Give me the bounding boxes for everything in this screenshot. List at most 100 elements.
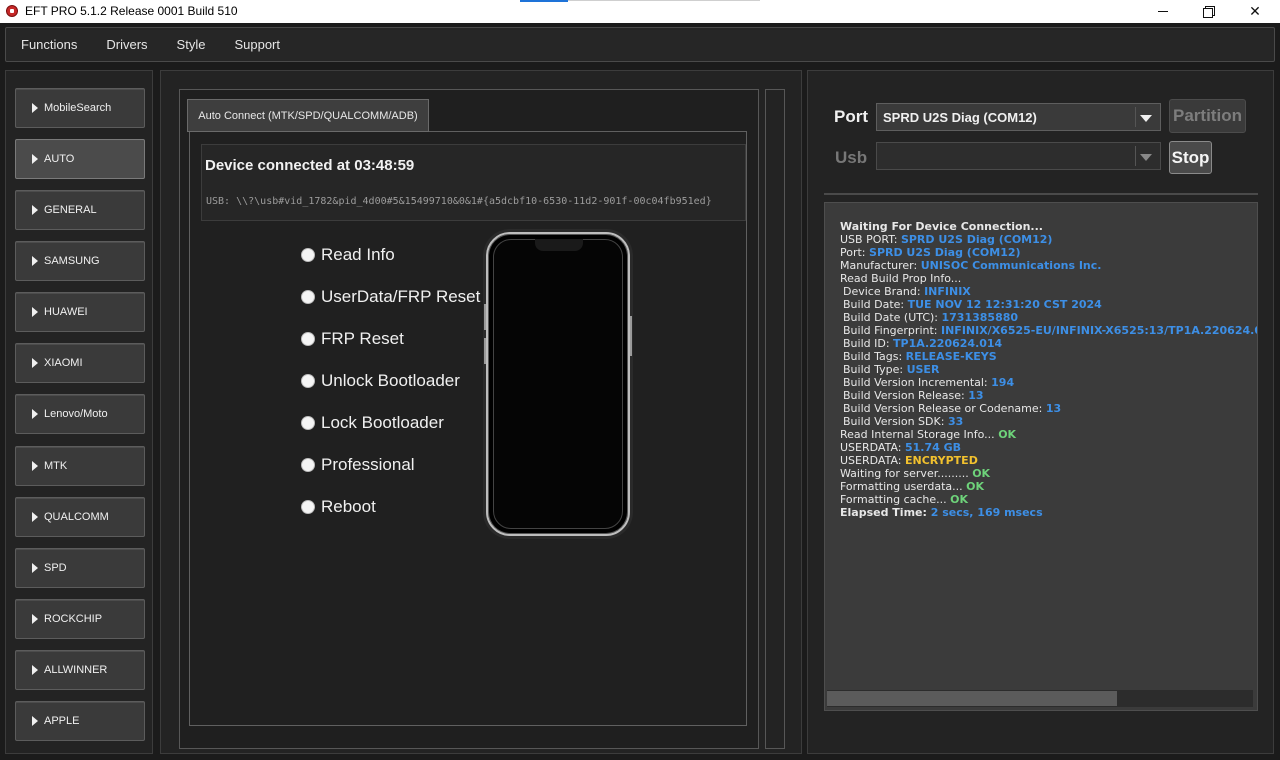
log-value: UNISOC Communications Inc. — [920, 259, 1102, 272]
maximize-button[interactable] — [1186, 0, 1232, 23]
title-accent-line — [520, 0, 568, 2]
log-key: Read Build Prop Info... — [840, 272, 962, 285]
sidebar-item-lenovo-moto[interactable]: Lenovo/Moto — [15, 394, 145, 434]
log-value: ENCRYPTED — [904, 454, 978, 467]
radio-button[interactable] — [301, 248, 315, 262]
sidebar-item-mobilesearch[interactable]: MobileSearch — [15, 88, 145, 128]
log-line: Read Internal Storage Info... OK — [840, 428, 1257, 441]
sidebar-item-rockchip[interactable]: ROCKCHIP — [15, 599, 145, 639]
radio-button[interactable] — [301, 500, 315, 514]
log-key: Build Version Release or Codename: — [843, 402, 1046, 415]
log-key: Device Brand: — [843, 285, 925, 298]
log-line: Build Fingerprint: INFINIX/X6525-EU/INFI… — [840, 324, 1257, 337]
log-value: USER — [906, 363, 940, 376]
log-key: USERDATA: — [840, 454, 905, 467]
option-read-info[interactable]: Read Info — [301, 245, 395, 265]
port-select[interactable]: SPRD U2S Diag (COM12) — [876, 103, 1161, 131]
menu-style[interactable]: Style — [177, 37, 206, 52]
vertical-scrollbar[interactable] — [765, 89, 785, 749]
sidebar-item-samsung[interactable]: SAMSUNG — [15, 241, 145, 281]
log-line: Read Build Prop Info... — [840, 272, 1257, 285]
radio-button[interactable] — [301, 458, 315, 472]
log-value: 1731385880 — [941, 311, 1019, 324]
menu-bar: Functions Drivers Style Support — [5, 27, 1275, 62]
option-label: Reboot — [321, 497, 376, 516]
arrow-right-icon — [32, 461, 38, 471]
chevron-down-icon — [1140, 154, 1152, 161]
arrow-right-icon — [32, 716, 38, 726]
log-output[interactable]: Waiting For Device Connection... USB PORT… — [824, 202, 1258, 711]
arrow-right-icon — [32, 154, 38, 164]
sidebar-item-xiaomi[interactable]: XIAOMI — [15, 343, 145, 383]
log-key: Read Internal Storage Info... — [840, 428, 999, 441]
log-line: Device Brand: INFINIX — [840, 285, 1257, 298]
option-userdata-frp-reset[interactable]: UserData/FRP Reset — [301, 287, 480, 307]
option-unlock-bootloader[interactable]: Unlock Bootloader — [301, 371, 460, 391]
log-key: USERDATA: — [840, 441, 905, 454]
sidebar-item-general[interactable]: GENERAL — [15, 190, 145, 230]
log-key: Build Tags: — [843, 350, 906, 363]
horizontal-scrollbar[interactable] — [827, 690, 1253, 707]
sidebar-item-huawei[interactable]: HUAWEI — [15, 292, 145, 332]
radio-button[interactable] — [301, 332, 315, 346]
connection-panel: Port SPRD U2S Diag (COM12) Partition Usb… — [807, 70, 1274, 754]
phone-notch — [535, 239, 583, 251]
sidebar-item-label: HUAWEI — [44, 306, 88, 318]
sidebar-item-mtk[interactable]: MTK — [15, 446, 145, 486]
log-value: OK — [950, 493, 969, 506]
sidebar-item-label: SPD — [44, 562, 67, 574]
log-key: Formatting userdata... — [840, 480, 967, 493]
arrow-right-icon — [32, 614, 38, 624]
sidebar-item-label: Lenovo/Moto — [44, 408, 108, 420]
arrow-right-icon — [32, 205, 38, 215]
sidebar-item-label: ROCKCHIP — [44, 613, 103, 625]
usb-label: Usb — [835, 148, 868, 167]
combo-separator — [1135, 146, 1136, 166]
option-frp-reset[interactable]: FRP Reset — [301, 329, 404, 349]
sidebar-item-label: MobileSearch — [44, 102, 112, 114]
partition-button[interactable]: Partition — [1169, 99, 1246, 133]
minimize-icon — [1158, 11, 1168, 12]
menu-drivers[interactable]: Drivers — [106, 37, 147, 52]
log-key: Build Version Incremental: — [843, 376, 992, 389]
scrollbar-thumb[interactable] — [827, 691, 1117, 706]
log-value: SPRD U2S Diag (COM12) — [900, 233, 1053, 246]
log-line: Port: SPRD U2S Diag (COM12) — [840, 246, 1257, 259]
log-key: Waiting for server......... — [840, 467, 973, 480]
sidebar-item-qualcomm[interactable]: QUALCOMM — [15, 497, 145, 537]
menu-functions[interactable]: Functions — [21, 37, 77, 52]
radio-button[interactable] — [301, 290, 315, 304]
radio-button[interactable] — [301, 416, 315, 430]
option-professional[interactable]: Professional — [301, 455, 415, 475]
log-value: OK — [998, 428, 1017, 441]
minimize-button[interactable] — [1140, 0, 1186, 23]
phone-illustration — [484, 232, 632, 536]
usb-select[interactable] — [876, 142, 1161, 170]
stop-button[interactable]: Stop — [1169, 141, 1212, 174]
tab-auto-connect[interactable]: Auto Connect (MTK/SPD/QUALCOMM/ADB) — [187, 99, 429, 132]
sidebar-item-allwinner[interactable]: ALLWINNER — [15, 650, 145, 690]
log-key: Build Date (UTC): — [843, 311, 942, 324]
menu-support[interactable]: Support — [234, 37, 280, 52]
sidebar-item-apple[interactable]: APPLE — [15, 701, 145, 741]
close-button[interactable]: ✕ — [1232, 0, 1278, 23]
app-logo-icon — [6, 5, 18, 17]
close-icon: ✕ — [1249, 3, 1261, 19]
log-value: INFINIX — [924, 285, 971, 298]
sidebar-item-label: MTK — [44, 460, 68, 472]
option-lock-bootloader[interactable]: Lock Bootloader — [301, 413, 444, 433]
radio-button[interactable] — [301, 374, 315, 388]
arrow-right-icon — [32, 512, 38, 522]
option-reboot[interactable]: Reboot — [301, 497, 376, 517]
log-line: Build Date (UTC): 1731385880 — [840, 311, 1257, 324]
log-value: 33 — [947, 415, 964, 428]
log-key: Build Version SDK: — [843, 415, 948, 428]
sidebar-item-spd[interactable]: SPD — [15, 548, 145, 588]
log-line: Build Date: TUE NOV 12 12:31:20 CST 2024 — [840, 298, 1257, 311]
sidebar-item-auto[interactable]: AUTO — [15, 139, 145, 179]
option-label: FRP Reset — [321, 329, 404, 348]
log-line: Formatting userdata... OK — [840, 480, 1257, 493]
log-line: Build Version SDK: 33 — [840, 415, 1257, 428]
log-key: Build Type: — [843, 363, 907, 376]
log-key: Build ID: — [843, 337, 894, 350]
